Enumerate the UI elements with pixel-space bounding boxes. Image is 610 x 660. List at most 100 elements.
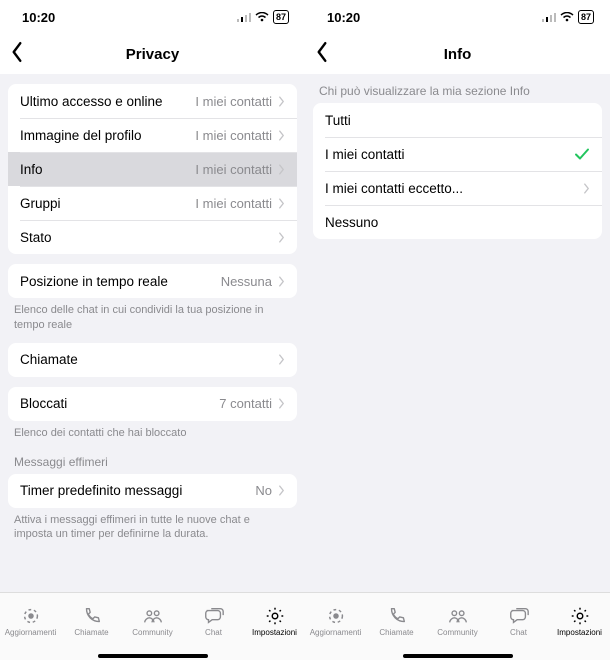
- tab-calls[interactable]: Chiamate: [61, 593, 122, 648]
- checkmark-icon: [574, 146, 590, 162]
- battery-indicator: 87: [273, 10, 289, 24]
- info-options-group: Tutti I miei contatti I miei contatti ecce…: [313, 103, 602, 239]
- settings-row[interactable]: Info I miei contatti: [8, 152, 297, 186]
- status-time: 10:20: [327, 10, 360, 25]
- settings-row[interactable]: Stato: [8, 220, 297, 254]
- row-label: Ultimo accesso e online: [20, 94, 163, 109]
- row-label: Posizione in tempo reale: [20, 274, 168, 289]
- tab-calls[interactable]: Chiamate: [366, 593, 427, 648]
- settings-group: Bloccati 7 contatti: [8, 387, 297, 421]
- signal-icon: [237, 10, 251, 25]
- settings-row[interactable]: Timer predefinito messaggi No: [8, 474, 297, 508]
- row-label: Immagine del profilo: [20, 128, 142, 143]
- status-bar: 10:20 87: [305, 0, 610, 34]
- tab-bar: Aggiornamenti Chiamate Community Chat Impost…: [305, 592, 610, 648]
- status-right: 87: [237, 10, 289, 25]
- row-label: I miei contatti eccetto...: [325, 181, 463, 196]
- row-label: Bloccati: [20, 396, 67, 411]
- tab-label: Community: [437, 628, 477, 637]
- settings-icon: [264, 605, 286, 627]
- tab-settings[interactable]: Impostazioni: [244, 593, 305, 648]
- settings-row[interactable]: Posizione in tempo reale Nessuna: [8, 264, 297, 298]
- tab-label: Community: [132, 628, 172, 637]
- settings-row[interactable]: Ultimo accesso e onlineI miei contatti: [8, 84, 297, 118]
- tab-community[interactable]: Community: [122, 593, 183, 648]
- ephemeral-header: Messaggi effimeri: [0, 441, 305, 474]
- chevron-right-icon: [278, 96, 285, 107]
- chevron-right-icon: [278, 164, 285, 175]
- settings-row[interactable]: Gruppi I miei contatti: [8, 186, 297, 220]
- tab-settings[interactable]: Impostazioni: [549, 593, 610, 648]
- home-indicator[interactable]: [0, 648, 305, 660]
- row-label: I miei contatti: [325, 147, 405, 162]
- wifi-icon: [255, 10, 269, 25]
- settings-group: Ultimo accesso e onlineI miei contattiIm…: [8, 84, 297, 254]
- row-value: [278, 354, 285, 365]
- row-label: Gruppi: [20, 196, 61, 211]
- row-value: I miei contatti: [195, 162, 285, 177]
- tab-label: Impostazioni: [252, 628, 297, 637]
- status-bar: 10:20 87: [0, 0, 305, 34]
- calls-icon: [81, 605, 103, 627]
- settings-group: Posizione in tempo reale Nessuna: [8, 264, 297, 298]
- group-note: Elenco dei contatti che hai bloccato: [0, 421, 305, 441]
- community-icon: [142, 605, 164, 627]
- row-value: Nessuna: [221, 274, 285, 289]
- row-label: Timer predefinito messaggi: [20, 483, 182, 498]
- row-label: Chiamate: [20, 352, 78, 367]
- chevron-right-icon: [278, 398, 285, 409]
- chevron-right-icon: [278, 198, 285, 209]
- row-value: 7 contatti: [219, 396, 285, 411]
- home-indicator[interactable]: [305, 648, 610, 660]
- page-title: Info: [444, 46, 472, 63]
- tab-updates[interactable]: Aggiornamenti: [305, 593, 366, 648]
- settings-row[interactable]: Chiamate: [8, 343, 297, 377]
- tab-chat[interactable]: Chat: [183, 593, 244, 648]
- tab-label: Chat: [510, 628, 527, 637]
- row-label: Info: [20, 162, 43, 177]
- back-button[interactable]: [315, 41, 329, 68]
- info-option-row[interactable]: I miei contatti: [313, 137, 602, 171]
- page-title: Privacy: [126, 46, 179, 63]
- settings-row[interactable]: Immagine del profilo I miei contatti: [8, 118, 297, 152]
- info-option-row[interactable]: Tutti: [313, 103, 602, 137]
- chevron-right-icon: [278, 485, 285, 496]
- wifi-icon: [560, 10, 574, 25]
- back-button[interactable]: [10, 41, 24, 68]
- tab-label: Chat: [205, 628, 222, 637]
- tab-chat[interactable]: Chat: [488, 593, 549, 648]
- row-value: [278, 232, 285, 243]
- chevron-right-icon: [278, 276, 285, 287]
- row-value: [583, 183, 590, 194]
- row-value-text: I miei contatti: [195, 162, 272, 177]
- info-option-row[interactable]: I miei contatti eccetto...: [313, 171, 602, 205]
- tab-label: Chiamate: [74, 628, 108, 637]
- tab-community[interactable]: Community: [427, 593, 488, 648]
- row-label: Stato: [20, 230, 52, 245]
- row-label: Nessuno: [325, 215, 378, 230]
- info-scroll[interactable]: Chi può visualizzare la mia sezione Info…: [305, 74, 610, 592]
- settings-row[interactable]: Bloccati 7 contatti: [8, 387, 297, 421]
- chevron-right-icon: [278, 354, 285, 365]
- group-note: Attiva i messaggi effimeri in tutte le n…: [0, 508, 305, 543]
- phone-left: 10:20 87 Privacy Ultimo accesso e online…: [0, 0, 305, 660]
- chat-icon: [203, 605, 225, 627]
- tab-label: Chiamate: [379, 628, 413, 637]
- tab-label: Aggiornamenti: [5, 628, 57, 637]
- ephemeral-group: Timer predefinito messaggi No: [8, 474, 297, 508]
- tab-updates[interactable]: Aggiornamenti: [0, 593, 61, 648]
- row-value-text: No: [255, 483, 272, 498]
- row-value-text: I miei contatti: [195, 196, 272, 211]
- chevron-right-icon: [583, 183, 590, 194]
- privacy-scroll[interactable]: Ultimo accesso e onlineI miei contattiIm…: [0, 74, 305, 592]
- settings-group: Chiamate: [8, 343, 297, 377]
- group-note: Elenco delle chat in cui condividi la tu…: [0, 298, 305, 333]
- info-option-row[interactable]: Nessuno: [313, 205, 602, 239]
- row-value-text: Nessuna: [221, 274, 272, 289]
- row-value: I miei contatti: [195, 128, 285, 143]
- tab-label: Aggiornamenti: [310, 628, 362, 637]
- row-value: [574, 146, 590, 162]
- community-icon: [447, 605, 469, 627]
- status-time: 10:20: [22, 10, 55, 25]
- signal-icon: [542, 10, 556, 25]
